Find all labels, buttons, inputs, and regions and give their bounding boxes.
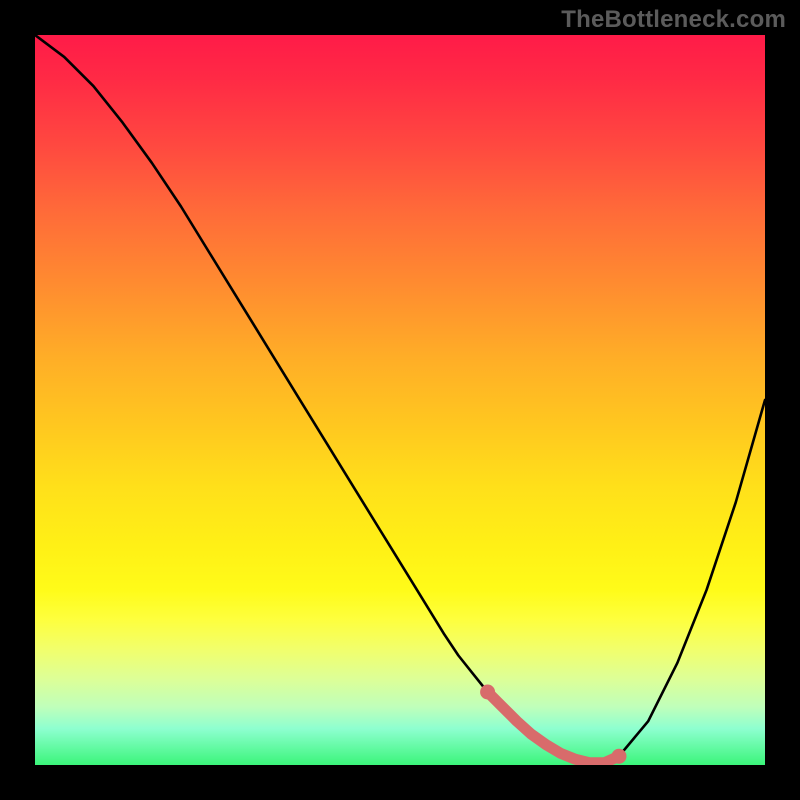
- chart-frame: TheBottleneck.com: [0, 0, 800, 800]
- highlight-path: [488, 692, 619, 763]
- plot-area: [35, 35, 765, 765]
- watermark-text: TheBottleneck.com: [561, 6, 786, 34]
- curve-path: [35, 35, 765, 763]
- highlight-dot-left: [480, 685, 495, 700]
- chart-curve: [35, 35, 765, 765]
- highlight-dot-right: [612, 749, 627, 764]
